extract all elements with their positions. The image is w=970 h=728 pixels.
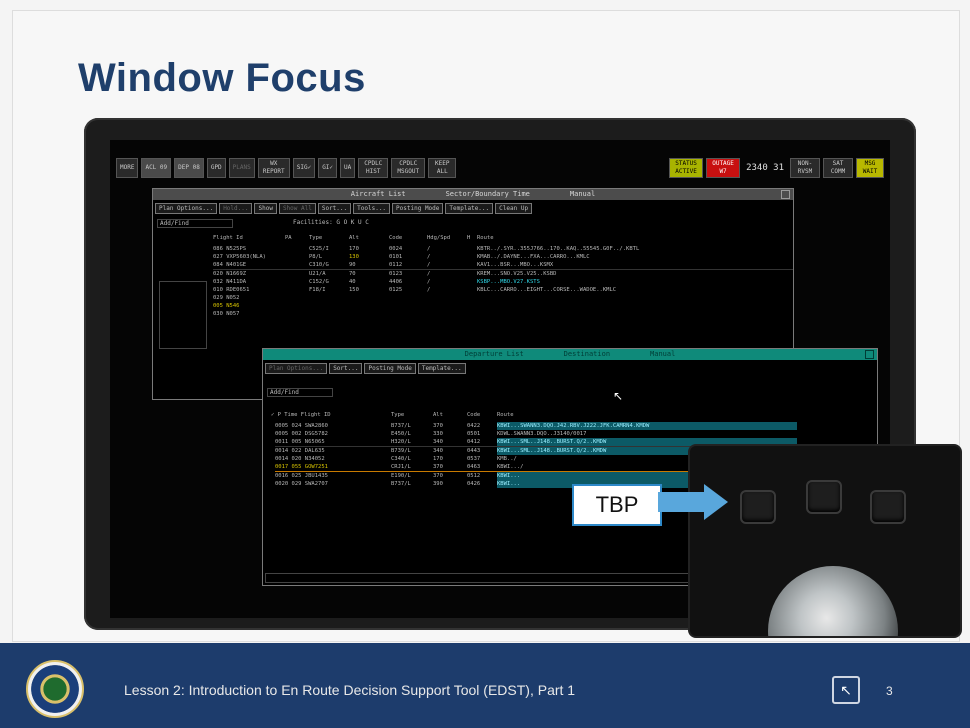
slide-title: Window Focus <box>78 56 366 100</box>
dep-col-route[interactable]: Route <box>497 411 697 419</box>
dep-mode: Manual <box>650 350 676 358</box>
clock-readout: 2340 31 <box>746 163 784 173</box>
middle-trackball-button <box>806 480 842 514</box>
toolbar-btn-ua[interactable]: UA <box>340 158 356 178</box>
toolbar-btn-sig[interactable]: SIG✓ <box>292 158 316 178</box>
acl-col-type[interactable]: Type <box>309 234 349 242</box>
acl-sector: Sector/Boundary Time <box>445 190 530 198</box>
table-row[interactable]: 086 N525PS C525/I 170 0024/KBTR../.SYR..355… <box>213 245 793 253</box>
dep-plan-options-button[interactable]: Plan Options... <box>265 363 328 374</box>
table-row[interactable]: 084 N401GE C310/G 90 0112/KAV1...BSR...MBO.… <box>213 261 793 269</box>
acl-title-bar[interactable]: Aircraft List Sector/Boundary Time Manua… <box>153 189 793 200</box>
dep-add-find-input[interactable]: Add/Find <box>267 388 333 397</box>
trackball-pad <box>690 446 960 636</box>
acl-col-pa[interactable]: PA <box>285 234 309 242</box>
toolbar-btn-msg-wait[interactable]: MSG WAIT <box>856 158 884 178</box>
acl-col-h[interactable]: H <box>467 234 477 242</box>
table-row[interactable]: 029 N052 <box>213 294 793 302</box>
close-icon[interactable] <box>865 350 874 359</box>
dep-title: Departure List <box>464 350 524 358</box>
acl-hold-button[interactable]: Hold... <box>219 203 253 214</box>
acl-checkbox-grid[interactable] <box>159 281 207 349</box>
tbp-arrow-head-icon <box>704 484 728 520</box>
dep-sector: Destination <box>563 350 611 358</box>
table-row[interactable]: 0005 002 DSG5782 E450/L 330 0501 KDWL.SWANN3… <box>275 430 877 438</box>
dep-col-type[interactable]: Type <box>391 411 433 419</box>
acl-rows: 086 N525PS C525/I 170 0024/KBTR../.SYR..355… <box>153 245 793 318</box>
acl-plan-options-button[interactable]: Plan Options... <box>155 203 218 214</box>
acl-find-row: Add/Find Facilities: G O K U C <box>153 217 793 230</box>
acl-title: Aircraft List <box>350 190 406 198</box>
mouse-pointer-icon: ↖ <box>613 389 624 403</box>
toolbar-btn-gpd[interactable]: GPD <box>206 158 226 178</box>
acl-clean-up-button[interactable]: Clean Up <box>495 203 533 214</box>
tbp-callout-label: TBP <box>572 484 662 526</box>
table-row[interactable]: 005 N546 <box>213 302 793 310</box>
dep-find-row: Add/Find <box>263 377 877 403</box>
dep-posting-mode-button[interactable]: Posting Mode <box>364 363 416 374</box>
table-row[interactable]: 032 N411DA C152/G 40 4406/KSBP...MBO.V27.KS… <box>213 278 793 286</box>
toolbar-btn-dep[interactable]: DEP 08 <box>174 158 204 178</box>
edst-toolbar: MORE ACL 09 DEP 08 GPD PLANS WX REPORT S… <box>116 158 884 178</box>
acl-tools-button[interactable]: Tools... <box>353 203 391 214</box>
acl-facilities: Facilities: G O K U C <box>293 219 369 226</box>
acl-show-all-button[interactable]: Show All <box>278 203 316 214</box>
left-trackball-button <box>740 490 776 524</box>
acl-sort-button[interactable]: Sort... <box>317 203 352 214</box>
dep-title-bar[interactable]: Departure List Destination Manual <box>263 349 877 360</box>
toolbar-btn-cpdlc-hist[interactable]: CPDLC HIST <box>358 158 389 178</box>
acl-col-flight-id[interactable]: Flight Id <box>213 234 285 242</box>
dep-col-time-flight[interactable]: ✓ P Time Flight ID <box>271 411 391 419</box>
table-row[interactable]: 020 N1669Z U21/A 70 0123/KREM...SNO.V25.V25… <box>213 269 793 278</box>
table-row[interactable]: 010 RDE0651 F18/I 150 0125/KBLC...CARRO...E… <box>213 286 793 294</box>
acl-show-button[interactable]: Show <box>254 203 277 214</box>
toolbar-btn-keep-all[interactable]: KEEP ALL <box>428 158 457 178</box>
acl-add-find-input[interactable]: Add/Find <box>157 219 233 228</box>
faa-seal-logo <box>26 660 84 718</box>
acl-template-button[interactable]: Template... <box>445 203 494 214</box>
dep-header-row: ✓ P Time Flight ID Type Alt Code Route <box>263 411 877 419</box>
acl-posting-mode-button[interactable]: Posting Mode <box>392 203 444 214</box>
acl-col-route[interactable]: Route <box>477 234 677 242</box>
click-cursor-icon[interactable]: ↖ <box>832 676 860 704</box>
toolbar-btn-wx-report[interactable]: WX REPORT <box>257 158 290 178</box>
table-row[interactable]: 027 VXP5603(NLA) P8/L 130 0101/KMAB../.DAYN… <box>213 253 793 261</box>
acl-col-hdg-spd[interactable]: Hdg/Spd <box>427 234 467 242</box>
slide: Window Focus MORE ACL 09 DEP 08 GPD PLAN… <box>0 0 970 728</box>
table-row[interactable]: 0011 005 N65065 H320/L 340 0412 KBWI...SML..… <box>275 438 877 446</box>
dep-button-row: Plan Options... Sort... Posting Mode Tem… <box>263 360 877 377</box>
acl-header-row: Flight Id PA Type Alt Code Hdg/Spd H Rou… <box>153 234 793 242</box>
toolbar-btn-plans[interactable]: PLANS <box>228 158 255 178</box>
toolbar-btn-acl[interactable]: ACL 09 <box>141 158 172 178</box>
dep-sort-button[interactable]: Sort... <box>329 363 363 374</box>
toolbar-btn-gi[interactable]: GI✓ <box>318 158 338 178</box>
toolbar-btn-non-rvsm[interactable]: NON-RVSM <box>790 158 820 178</box>
toolbar-btn-sat-comm[interactable]: SAT COMM <box>823 158 853 178</box>
page-number: 3 <box>886 684 893 698</box>
acl-col-alt[interactable]: Alt <box>349 234 389 242</box>
toolbar-btn-more[interactable]: MORE <box>116 158 139 178</box>
footer-lesson-title: Lesson 2: Introduction to En Route Decis… <box>124 682 576 698</box>
acl-col-code[interactable]: Code <box>389 234 427 242</box>
table-row[interactable]: 0005 024 SWA2860 B737/L 370 0422 KBWI...SWAN… <box>275 422 877 430</box>
dep-col-alt[interactable]: Alt <box>433 411 467 419</box>
right-trackball-button <box>870 490 906 524</box>
toolbar-btn-cpdlc-msgout[interactable]: CPDLC MSGOUT <box>391 158 426 178</box>
status-active-badge: STATUS ACTIVE <box>669 158 704 178</box>
acl-mode: Manual <box>569 190 596 198</box>
table-row[interactable]: 030 N057 <box>213 310 793 318</box>
dep-col-code[interactable]: Code <box>467 411 497 419</box>
close-icon[interactable] <box>781 190 790 199</box>
acl-button-row: Plan Options... Hold... Show Show All So… <box>153 200 793 217</box>
trackball <box>768 566 898 636</box>
outage-badge: OUTAGE W7 <box>706 158 741 178</box>
dep-template-button[interactable]: Template... <box>417 363 466 374</box>
tbp-arrow-shaft <box>658 492 706 512</box>
